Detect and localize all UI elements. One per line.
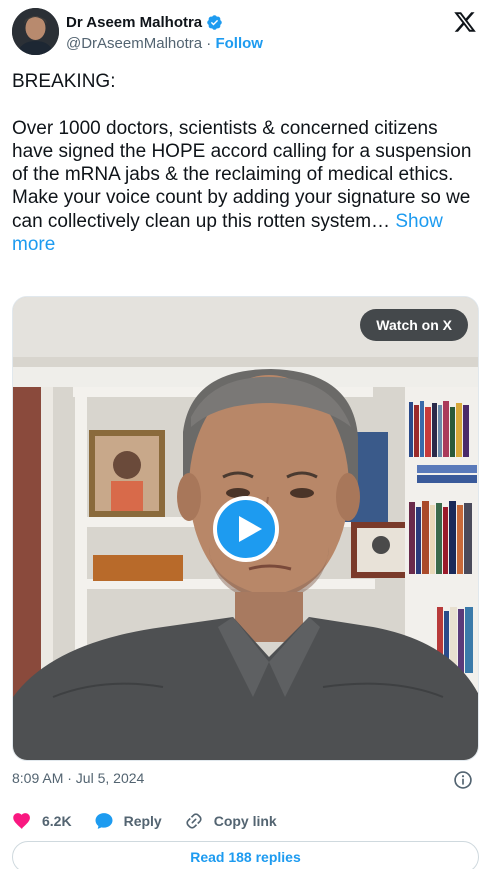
- play-icon: [239, 516, 262, 542]
- tweet-actions: 6.2K Reply Copy link: [12, 810, 299, 832]
- play-button[interactable]: [213, 496, 279, 562]
- watch-on-x-button[interactable]: Watch on X: [360, 309, 468, 341]
- tweet-body: BREAKING: Over 1000 doctors, scientists …: [12, 71, 472, 232]
- video-player[interactable]: Watch on X: [12, 296, 479, 761]
- link-icon: [186, 813, 202, 829]
- reply-bubble-icon: [95, 813, 113, 829]
- tweet-timestamp[interactable]: 8:09 AM · Jul 5, 2024: [12, 770, 144, 786]
- like-count: 6.2K: [42, 813, 72, 829]
- tweet-header: Dr Aseem Malhotra @DrAseemMalhotra · Fol…: [12, 8, 479, 56]
- author-name[interactable]: Dr Aseem Malhotra: [66, 14, 202, 31]
- reply-button[interactable]: Reply: [94, 811, 162, 831]
- follow-button[interactable]: Follow: [215, 35, 263, 52]
- avatar[interactable]: [12, 8, 59, 55]
- read-replies-button[interactable]: Read 188 replies: [12, 841, 479, 869]
- author-handle[interactable]: @DrAseemMalhotra: [66, 35, 202, 52]
- x-logo-icon[interactable]: [453, 10, 477, 34]
- heart-icon: [13, 813, 30, 829]
- reply-label: Reply: [123, 813, 162, 829]
- like-button[interactable]: 6.2K: [12, 811, 72, 831]
- separator-dot: ·: [206, 35, 212, 52]
- tweet-text: BREAKING: Over 1000 doctors, scientists …: [12, 70, 479, 256]
- info-icon[interactable]: [453, 770, 473, 790]
- copy-link-label: Copy link: [213, 813, 277, 829]
- verified-badge-icon: [207, 14, 222, 30]
- author-block: Dr Aseem Malhotra @DrAseemMalhotra · Fol…: [66, 12, 263, 53]
- copy-link-button[interactable]: Copy link: [184, 811, 277, 831]
